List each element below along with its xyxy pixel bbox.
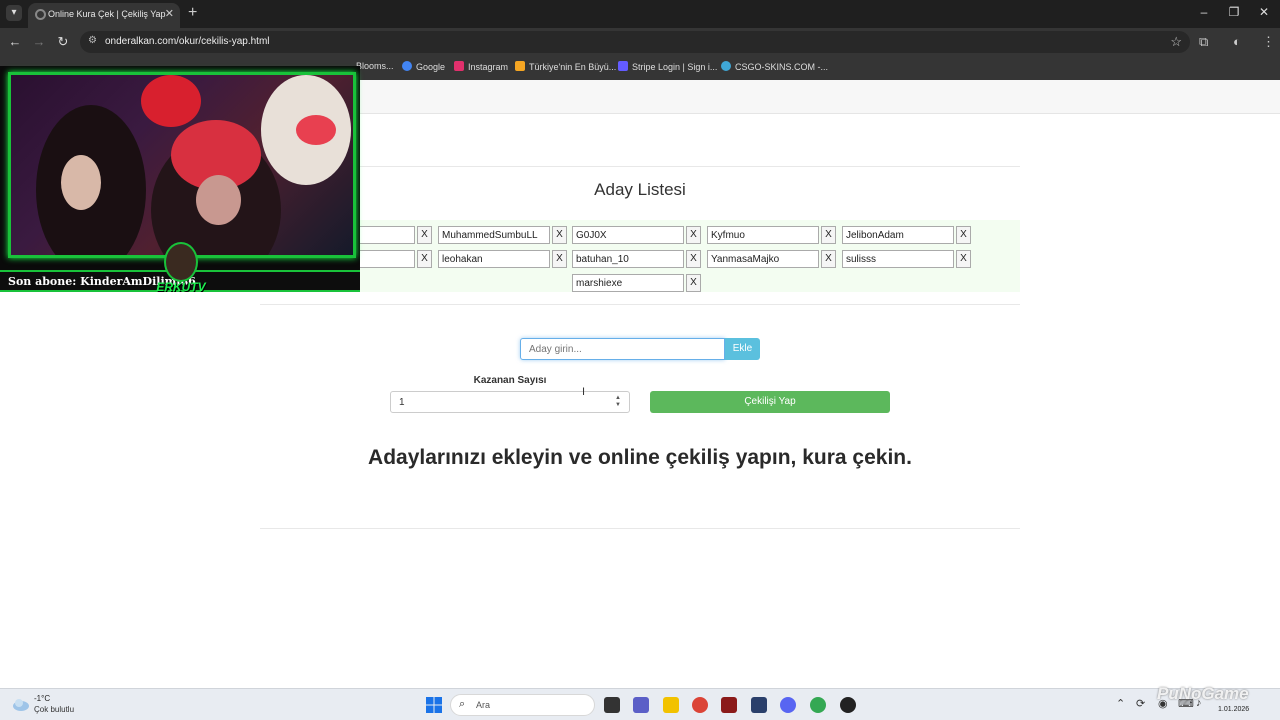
remove-candidate-button[interactable]: X bbox=[821, 226, 836, 244]
streamer-avatar-icon bbox=[164, 242, 198, 282]
sync-icon[interactable]: ⟳ bbox=[1136, 697, 1145, 710]
webcam-overlay: Son abone: KinderAmDilimi86 ERKUTV bbox=[0, 66, 360, 294]
stripe-icon bbox=[618, 61, 628, 71]
tab-title: Online Kura Çek | Çekiliş Yap bbox=[48, 9, 166, 19]
close-window-icon[interactable]: ✕ bbox=[1254, 5, 1274, 19]
remove-candidate-button[interactable]: X bbox=[552, 250, 567, 268]
instagram-icon bbox=[454, 61, 464, 71]
candidate-name-field[interactable]: Kyfmuo bbox=[707, 226, 819, 244]
add-candidate-button[interactable]: Ekle bbox=[725, 338, 760, 360]
remove-candidate-button[interactable]: X bbox=[417, 250, 432, 268]
url-text[interactable]: onderalkan.com/okur/cekilis-yap.html bbox=[105, 36, 270, 47]
remove-candidate-button[interactable]: X bbox=[417, 226, 432, 244]
remove-candidate-button[interactable]: X bbox=[821, 250, 836, 268]
channel-logo: ERKUTV bbox=[152, 242, 210, 298]
watermark-logo: PuNoGame bbox=[1157, 684, 1249, 703]
divider bbox=[260, 528, 1020, 529]
steam-icon[interactable] bbox=[751, 697, 767, 713]
webcam-video bbox=[8, 72, 356, 258]
bookmark-google[interactable]: Google bbox=[402, 61, 445, 72]
tab-close-icon[interactable]: ✕ bbox=[165, 7, 174, 20]
remove-candidate-button[interactable]: X bbox=[956, 226, 971, 244]
url-field[interactable]: ⚙ onderalkan.com/okur/cekilis-yap.html ☆ bbox=[80, 31, 1190, 53]
taskbar-date[interactable]: 1.01.2026 bbox=[1218, 706, 1249, 713]
winner-count-stepper[interactable]: 1 ▲ ▼ bbox=[390, 391, 630, 413]
remove-candidate-button[interactable]: X bbox=[686, 226, 701, 244]
face-left-shape bbox=[61, 155, 101, 210]
candidate-name-field[interactable]: G0J0X bbox=[572, 226, 684, 244]
weather-description[interactable]: Çok bulutlu bbox=[34, 705, 74, 714]
candidate-name-field[interactable]: marshiexe bbox=[572, 274, 684, 292]
taskbar-search[interactable]: ⌕ Ara bbox=[450, 694, 595, 716]
taskbar: -1°C Çok bulutlu ⌕ Ara ⌃ ⟳ ◉ ⌨ ♪ 1.01.20… bbox=[0, 688, 1280, 720]
balloon-shape bbox=[141, 75, 201, 127]
address-bar: ← → ↻ ⚙ onderalkan.com/okur/cekilis-yap.… bbox=[0, 28, 1280, 56]
taskbar-search-text: Ara bbox=[476, 700, 491, 710]
google-icon bbox=[402, 61, 412, 71]
tab-bar: ▾ Online Kura Çek | Çekiliş Yap ✕ + – ❐ … bbox=[0, 0, 1280, 28]
profile-icon[interactable]: ◐ bbox=[1233, 34, 1241, 49]
text-cursor-icon: I bbox=[582, 386, 586, 398]
remove-candidate-button[interactable]: X bbox=[686, 274, 701, 292]
spinner-arrows-icon[interactable]: ▲ ▼ bbox=[615, 395, 621, 409]
bookmark-star-icon[interactable]: ☆ bbox=[1170, 34, 1182, 50]
search-icon: ⌕ bbox=[459, 698, 466, 710]
remove-candidate-button[interactable]: X bbox=[686, 250, 701, 268]
restore-icon[interactable]: ❐ bbox=[1224, 5, 1244, 19]
winner-count-label: Kazanan Sayısı bbox=[473, 375, 547, 386]
candidate-list-title: Aday Listesi bbox=[594, 180, 686, 199]
bookmark-stripe[interactable]: Stripe Login | Sign i... bbox=[618, 61, 717, 72]
file-explorer-icon[interactable] bbox=[663, 697, 679, 713]
bookmark-csgo[interactable]: CSGO-SKINS.COM -... bbox=[721, 61, 828, 72]
reload-icon[interactable]: ↻ bbox=[55, 34, 71, 50]
windows-start-icon[interactable] bbox=[426, 697, 442, 713]
teams-icon[interactable] bbox=[633, 697, 649, 713]
obs-icon[interactable] bbox=[840, 697, 856, 713]
candidate-input[interactable] bbox=[520, 338, 725, 360]
winner-count-value: 1 bbox=[399, 397, 405, 408]
minimize-icon[interactable]: – bbox=[1194, 5, 1214, 19]
forward-icon[interactable]: → bbox=[31, 34, 47, 49]
face-right-shape bbox=[196, 175, 241, 225]
extensions-icon[interactable]: ⧉ bbox=[1199, 34, 1208, 50]
cloud-icon[interactable] bbox=[12, 696, 30, 712]
draw-button[interactable]: Çekilişi Yap bbox=[650, 391, 890, 413]
tab-search-icon[interactable]: ▾ bbox=[6, 5, 22, 21]
candidate-list: ddib X MuhammedSumbuLL X G0J0X X Kyfmuo … bbox=[260, 220, 1020, 292]
bookmark-partial[interactable]: Blooms... bbox=[356, 61, 394, 71]
candidate-name-field[interactable]: MuhammedSumbuLL bbox=[438, 226, 550, 244]
candidate-name-field[interactable]: JelibonAdam bbox=[842, 226, 954, 244]
weather-temperature[interactable]: -1°C bbox=[34, 694, 50, 703]
tray-expand-icon[interactable]: ⌃ bbox=[1116, 697, 1125, 710]
candidate-name-field[interactable]: leohakan bbox=[438, 250, 550, 268]
voicemod-icon[interactable] bbox=[721, 697, 737, 713]
candidate-name-field[interactable]: sulisss bbox=[842, 250, 954, 268]
santa-hat-shape bbox=[296, 115, 336, 145]
chrome-active-icon[interactable] bbox=[810, 697, 826, 713]
divider bbox=[260, 166, 1020, 167]
new-tab-icon[interactable]: + bbox=[188, 4, 197, 22]
site-info-icon[interactable]: ⚙ bbox=[88, 35, 97, 46]
globe-icon bbox=[515, 61, 525, 71]
bookmark-instagram[interactable]: Instagram bbox=[454, 61, 508, 72]
page-headline: Adaylarınızı ekleyin ve online çekiliş y… bbox=[368, 446, 912, 469]
menu-icon[interactable]: ⋮ bbox=[1262, 34, 1275, 50]
discord-icon[interactable] bbox=[780, 697, 796, 713]
channel-logo-text: ERKUTV bbox=[156, 280, 206, 294]
task-view-icon[interactable] bbox=[604, 697, 620, 713]
remove-candidate-button[interactable]: X bbox=[956, 250, 971, 268]
bookmark-turkiye[interactable]: Türkiye'nin En Büyü... bbox=[515, 61, 616, 72]
back-icon[interactable]: ← bbox=[7, 34, 23, 49]
remove-candidate-button[interactable]: X bbox=[552, 226, 567, 244]
chrome-icon[interactable] bbox=[692, 697, 708, 713]
tab-active[interactable]: Online Kura Çek | Çekiliş Yap ✕ bbox=[28, 3, 180, 28]
divider bbox=[260, 304, 1020, 305]
tab-favicon-icon bbox=[35, 9, 46, 20]
csgo-icon bbox=[721, 61, 731, 71]
candidate-name-field[interactable]: YanmasaMajko bbox=[707, 250, 819, 268]
candidate-name-field[interactable]: batuhan_10 bbox=[572, 250, 684, 268]
